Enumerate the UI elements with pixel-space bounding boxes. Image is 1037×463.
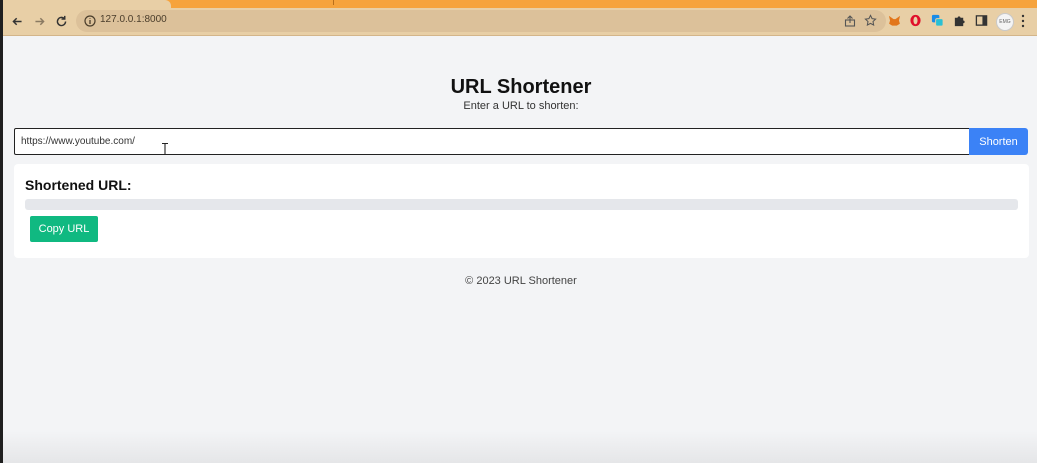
shortened-url-field[interactable] [25, 199, 1018, 210]
url-input[interactable] [14, 128, 971, 155]
metamask-fox-icon[interactable] [888, 14, 901, 27]
back-arrow-icon[interactable] [9, 13, 25, 29]
bookmark-star-icon[interactable] [864, 14, 877, 27]
translate-extension-icon[interactable] [931, 14, 944, 27]
share-icon[interactable] [844, 15, 856, 27]
copy-url-button[interactable]: Copy URL [30, 216, 98, 242]
reload-icon[interactable] [53, 13, 69, 29]
result-card: Shortened URL: Copy URL [14, 164, 1029, 258]
opera-o-icon[interactable] [909, 14, 922, 27]
side-panel-icon[interactable] [975, 14, 988, 27]
browser-toolbar: 127.0.0.1:8000 EMG [3, 8, 1037, 36]
tab-strip [3, 0, 1037, 8]
extensions-puzzle-icon[interactable] [953, 14, 966, 27]
page-subtitle: Enter a URL to shorten: [463, 100, 579, 112]
profile-label: EMG [999, 19, 1011, 25]
active-tab[interactable] [3, 0, 171, 8]
address-url[interactable]: 127.0.0.1:8000 [100, 14, 167, 25]
page-content: URL Shortener Enter a URL to shorten: Sh… [3, 36, 1037, 463]
tab-separator [333, 0, 334, 5]
more-menu-icon[interactable] [1020, 13, 1026, 29]
text-cursor-icon [162, 143, 168, 155]
footer-text: © 2023 URL Shortener [465, 275, 577, 287]
page-title: URL Shortener [450, 76, 592, 98]
profile-avatar[interactable]: EMG [996, 13, 1014, 31]
site-info-icon[interactable] [84, 15, 96, 27]
forward-arrow-icon[interactable] [31, 13, 47, 29]
result-heading: Shortened URL: [25, 177, 132, 193]
shorten-button[interactable]: Shorten [969, 128, 1028, 155]
address-bar[interactable]: 127.0.0.1:8000 [76, 10, 886, 32]
